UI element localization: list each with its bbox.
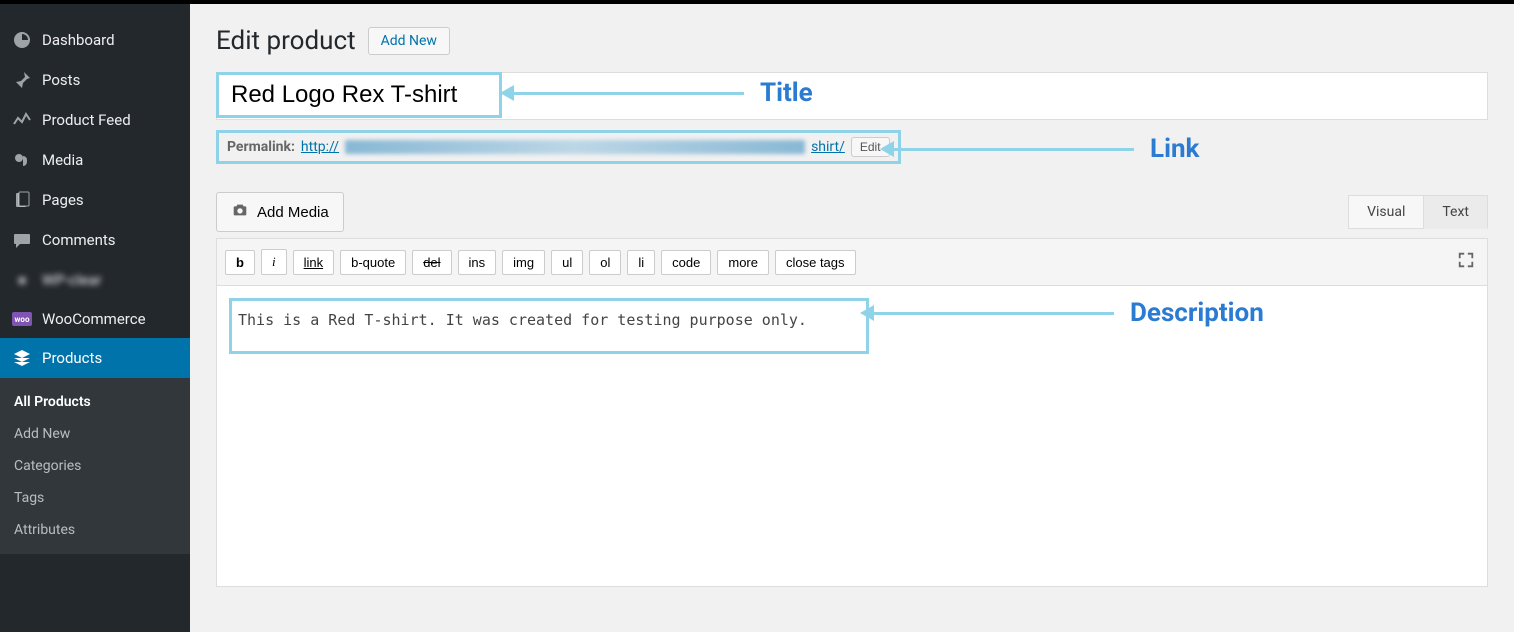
qt-li-button[interactable]: li (627, 250, 655, 275)
sidebar-item-label: Posts (42, 71, 80, 89)
submenu-label: Categories (14, 458, 81, 474)
sidebar-item-products[interactable]: Products (0, 338, 190, 378)
page-icon (12, 190, 32, 210)
permalink-label: Permalink: (227, 139, 295, 155)
sidebar-item-label: Pages (42, 191, 84, 209)
qt-del-button[interactable]: del (412, 250, 451, 275)
submenu-label: Tags (14, 490, 44, 506)
editor-tabs: Visual Text (1348, 195, 1488, 229)
submenu-add-new[interactable]: Add New (0, 418, 190, 450)
product-title-input[interactable] (219, 75, 499, 115)
add-media-button[interactable]: Add Media (216, 192, 344, 232)
annotation-link: Link (880, 134, 1199, 164)
qt-ins-button[interactable]: ins (458, 250, 497, 275)
fullscreen-icon[interactable] (1453, 247, 1479, 277)
qt-ol-button[interactable]: ol (589, 250, 621, 275)
quicktags-toolbar: b i link b-quote del ins img ul ol li co… (217, 239, 1487, 286)
dashboard-icon (12, 30, 32, 50)
qt-italic-button[interactable]: i (261, 249, 287, 275)
page-title: Edit product (216, 26, 356, 56)
submenu-label: All Products (14, 394, 91, 410)
feed-icon (12, 110, 32, 130)
pin-icon (12, 70, 32, 90)
sidebar-item-label: Products (42, 349, 102, 367)
sidebar-item-label: Media (42, 151, 83, 169)
permalink-row: Permalink: http:// shirt/ Edit (216, 130, 901, 164)
add-media-label: Add Media (257, 204, 329, 221)
tab-visual[interactable]: Visual (1348, 195, 1423, 229)
permalink-blurred (345, 140, 805, 154)
tab-text[interactable]: Text (1423, 195, 1488, 229)
woocommerce-icon: woo (12, 312, 32, 326)
submenu-attributes[interactable]: Attributes (0, 514, 190, 546)
add-new-button[interactable]: Add New (368, 27, 450, 55)
qt-more-button[interactable]: more (717, 250, 769, 275)
products-icon (12, 348, 32, 368)
submenu-label: Attributes (14, 522, 75, 538)
product-description[interactable]: This is a Red T-shirt. It was created fo… (238, 311, 860, 329)
media-icon (12, 150, 32, 170)
sidebar-item-posts[interactable]: Posts (0, 60, 190, 100)
sidebar-item-product-feed[interactable]: Product Feed (0, 100, 190, 140)
submenu-all-products[interactable]: All Products (0, 386, 190, 418)
qt-bold-button[interactable]: b (225, 250, 255, 275)
permalink-suffix: shirt/ (811, 139, 845, 155)
submenu-tags[interactable]: Tags (0, 482, 190, 514)
qt-img-button[interactable]: img (502, 250, 545, 275)
sidebar-submenu: All Products Add New Categories Tags Att… (0, 378, 190, 554)
qt-closetags-button[interactable]: close tags (775, 250, 856, 275)
main-content: Edit product Add New Permalink: http:// … (190, 0, 1514, 632)
permalink-prefix: http:// (301, 139, 339, 155)
description-highlight: This is a Red T-shirt. It was created fo… (229, 298, 869, 354)
sidebar-item-label: WooCommerce (42, 310, 146, 328)
qt-ul-button[interactable]: ul (551, 250, 583, 275)
sidebar-item-dashboard[interactable]: Dashboard (0, 20, 190, 60)
sidebar-item-media[interactable]: Media (0, 140, 190, 180)
admin-topbar (0, 0, 1514, 4)
title-highlight (216, 72, 502, 118)
qt-bquote-button[interactable]: b-quote (340, 250, 406, 275)
sidebar-item-woocommerce[interactable]: woo WooCommerce (0, 300, 190, 338)
generic-icon: ■ (12, 270, 32, 290)
editor-panel: b i link b-quote del ins img ul ol li co… (216, 238, 1488, 587)
editor-body[interactable]: This is a Red T-shirt. It was created fo… (217, 286, 1487, 586)
sidebar-item-pages[interactable]: Pages (0, 180, 190, 220)
qt-link-button[interactable]: link (293, 250, 335, 275)
submenu-label: Add New (14, 426, 70, 442)
annotation-link-label: Link (1150, 134, 1199, 164)
qt-code-button[interactable]: code (661, 250, 711, 275)
sidebar-item-comments[interactable]: Comments (0, 220, 190, 260)
admin-sidebar: Dashboard Posts Product Feed Media Pages (0, 0, 190, 632)
permalink-edit-button[interactable]: Edit (851, 137, 890, 157)
sidebar-item-label: Comments (42, 231, 116, 249)
sidebar-item-blurred[interactable]: ■ WP-clear (0, 260, 190, 300)
comment-icon (12, 230, 32, 250)
sidebar-item-label: Dashboard (42, 31, 115, 49)
permalink-suffix-link[interactable]: shirt/ (811, 139, 845, 155)
camera-icon (231, 201, 249, 223)
sidebar-item-label: WP-clear (42, 271, 102, 289)
submenu-categories[interactable]: Categories (0, 450, 190, 482)
permalink-link[interactable]: http:// (301, 139, 339, 155)
sidebar-item-label: Product Feed (42, 111, 131, 129)
